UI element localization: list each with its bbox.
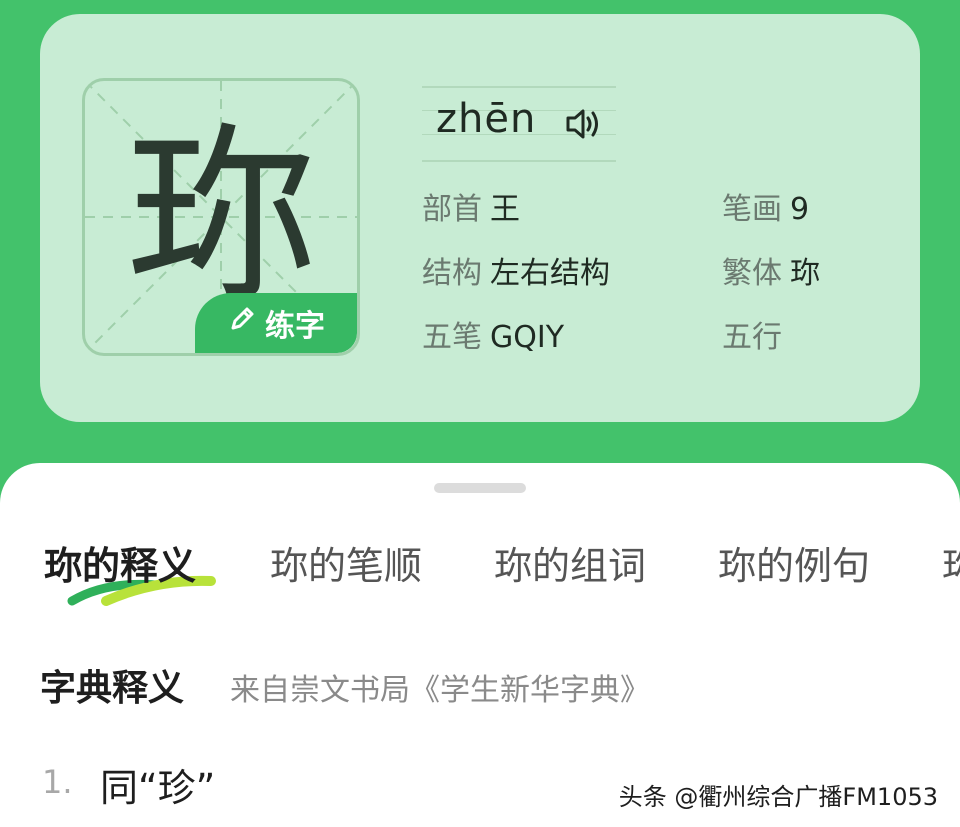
info-structure: 结构 左右结构 xyxy=(422,248,610,292)
info-label: 五行 xyxy=(722,320,782,355)
pinyin-row: zhēn xyxy=(422,86,616,162)
info-label: 笔画 xyxy=(722,192,782,227)
character-card: 珎 练字 zhēn 部首王 笔画 9 结构 左右结构 繁体 珎 五笔 GQIY … xyxy=(40,14,920,422)
info-traditional: 繁体珎 xyxy=(722,248,820,292)
definition-text: 同“珍” xyxy=(100,766,216,810)
section-title: 字典释义 xyxy=(40,659,214,711)
section-source: 来自崇文书局《学生新华字典》 xyxy=(230,673,650,708)
info-radical: 部首王 xyxy=(422,184,520,228)
info-value: 9 xyxy=(790,192,810,227)
bottom-sheet: 珎的释义 珎的笔顺 珎的组词 珎的例句 珎 字典释义 来自崇文书局《学生新华字典… xyxy=(0,463,960,827)
pinyin: zhēn xyxy=(436,96,537,142)
tab-sentences[interactable]: 珎的例句 xyxy=(718,535,870,590)
tab-stroke-order[interactable]: 珎的笔顺 xyxy=(270,535,422,590)
info-value: GQIY xyxy=(490,320,565,355)
practice-button[interactable]: 练字 xyxy=(195,293,357,353)
info-wubi: 五笔 GQIY xyxy=(422,312,564,356)
drag-handle[interactable] xyxy=(434,483,526,493)
info-value: 左右结构 xyxy=(490,256,610,291)
info-label: 部首 xyxy=(422,192,482,227)
info-value: 珎 xyxy=(790,256,820,291)
section-title-text: 字典释义 xyxy=(40,668,185,709)
tab-meaning[interactable]: 珎的释义 xyxy=(44,535,196,590)
info-label: 繁体 xyxy=(722,256,782,291)
definition-number: 1. xyxy=(42,763,73,801)
info-label: 结构 xyxy=(422,256,482,291)
practice-label: 练字 xyxy=(265,309,325,344)
info-strokes: 笔画 9 xyxy=(722,184,809,228)
character-grid[interactable]: 珎 练字 xyxy=(82,78,360,356)
watermark: 头条 @衢州综合广播FM1053 xyxy=(618,783,938,811)
pencil-icon xyxy=(227,304,257,342)
info-label: 五笔 xyxy=(422,320,482,355)
tab-more[interactable]: 珎 xyxy=(942,535,960,590)
info-value: 王 xyxy=(490,192,520,227)
speaker-icon[interactable] xyxy=(564,106,602,146)
tab-words[interactable]: 珎的组词 xyxy=(494,535,646,590)
info-wuxing: 五行 xyxy=(722,312,790,356)
